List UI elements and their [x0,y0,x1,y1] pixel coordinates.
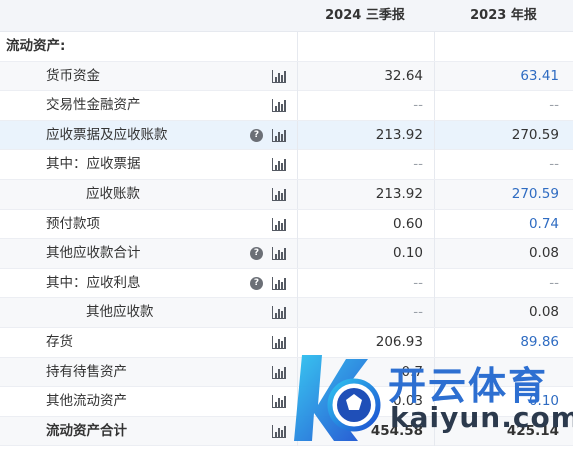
table-body: 流动资产: 货币资金 32.64 63.41 交易性金融资产 -- -- 应收票据及应收账款?… [0,32,573,447]
help-icon[interactable]: ? [250,247,263,261]
value-2024q3: 32.64 [297,61,433,91]
row-label: 交易性金融资产 [46,97,141,114]
row-label: 其中：应收利息 [46,274,141,291]
table-row[interactable]: 其中：应收利息? -- -- [0,268,573,299]
value-2024q3: 206.93 [297,327,433,357]
value-2024q3: -- [297,150,433,180]
table-row[interactable]: 存货 206.93 89.86 [0,327,573,358]
row-label: 其中：应收票据 [46,156,141,173]
value-2024q3 [297,32,433,61]
value-2023-annual [434,32,573,61]
value-2024q3: 0.60 [297,209,433,239]
row-label: 其他应收款合计 [46,245,141,262]
table-row[interactable]: 应收票据及应收账款? 213.92 270.59 [0,120,573,151]
bar-chart-icon[interactable] [272,247,286,261]
row-label: 流动资产合计 [46,422,127,439]
bar-chart-icon[interactable] [272,99,286,113]
value-2024q3: -- [297,268,433,298]
table-row[interactable]: 持有待售资产 0.7 [0,357,573,388]
table-row[interactable]: 其他流动资产 0.03 0.10 [0,387,573,417]
value-2023-annual: -- [434,268,573,298]
row-label: 应收票据及应收账款 [46,126,168,143]
column-header-2023-annual[interactable]: 2023 年报 [434,0,573,32]
table-row[interactable]: 其他应收款 -- 0.08 [0,298,573,328]
bar-chart-icon[interactable] [272,276,286,290]
table-row[interactable]: 应收账款 213.92 270.59 [0,179,573,210]
value-2023-annual: 0.08 [434,239,573,269]
value-2024q3: 213.92 [297,120,433,150]
value-2024q3: 213.92 [297,179,433,209]
value-2024q3: -- [297,298,433,328]
value-2024q3: -- [297,91,433,121]
row-label: 流动资产: [6,38,66,54]
table-row[interactable]: 货币资金 32.64 63.41 [0,61,573,92]
value-2023-annual: -- [434,91,573,121]
bar-chart-icon[interactable] [272,395,286,409]
table-row[interactable]: 流动资产: [0,32,573,62]
bar-chart-icon[interactable] [272,365,286,379]
table-row[interactable]: 预付款项 0.60 0.74 [0,209,573,240]
value-2024q3: 0.7 [297,357,433,387]
table-header: 2024 三季报 2023 年报 [0,0,573,32]
value-2024q3: 0.03 [297,387,433,417]
balance-sheet-table: 2024 三季报 2023 年报 流动资产: 货币资金 32.64 63.41 交易性金… [0,0,573,447]
value-2023-annual: -- [434,150,573,180]
table-row[interactable]: 其中：应收票据 -- -- [0,150,573,180]
value-2023-annual[interactable]: 89.86 [434,327,573,357]
help-icon[interactable]: ? [250,128,263,142]
bar-chart-icon[interactable] [272,128,286,142]
bar-chart-icon[interactable] [272,187,286,201]
bar-chart-icon[interactable] [272,424,286,438]
value-2023-annual: 0.08 [434,298,573,328]
column-header-2024q3[interactable]: 2024 三季报 [297,0,433,32]
value-2023-annual [434,357,573,387]
bar-chart-icon[interactable] [272,69,286,83]
bar-chart-icon[interactable] [272,217,286,231]
row-label: 应收账款 [86,185,140,202]
table-row[interactable]: 交易性金融资产 -- -- [0,91,573,121]
value-2023-annual[interactable]: 270.59 [434,179,573,209]
value-2024q3: 454.58 [297,416,433,446]
table-row[interactable]: 流动资产合计 454.58 425.14 [0,416,573,447]
value-2024q3: 0.10 [297,239,433,269]
value-2023-annual[interactable]: 0.10 [434,387,573,417]
row-label: 其他应收款 [86,304,154,321]
value-2023-annual[interactable]: 63.41 [434,61,573,91]
value-2023-annual: 270.59 [434,120,573,150]
row-label: 货币资金 [46,67,100,84]
bar-chart-icon[interactable] [272,335,286,349]
bar-chart-icon[interactable] [272,306,286,320]
bar-chart-icon[interactable] [272,158,286,172]
row-label: 存货 [46,333,73,350]
table-row[interactable]: 其他应收款合计? 0.10 0.08 [0,239,573,269]
row-label: 持有待售资产 [46,363,127,380]
row-label: 预付款项 [46,215,100,232]
value-2023-annual[interactable]: 0.74 [434,209,573,239]
value-2023-annual: 425.14 [434,416,573,446]
help-icon[interactable]: ? [250,276,263,290]
row-label: 其他流动资产 [46,393,127,410]
